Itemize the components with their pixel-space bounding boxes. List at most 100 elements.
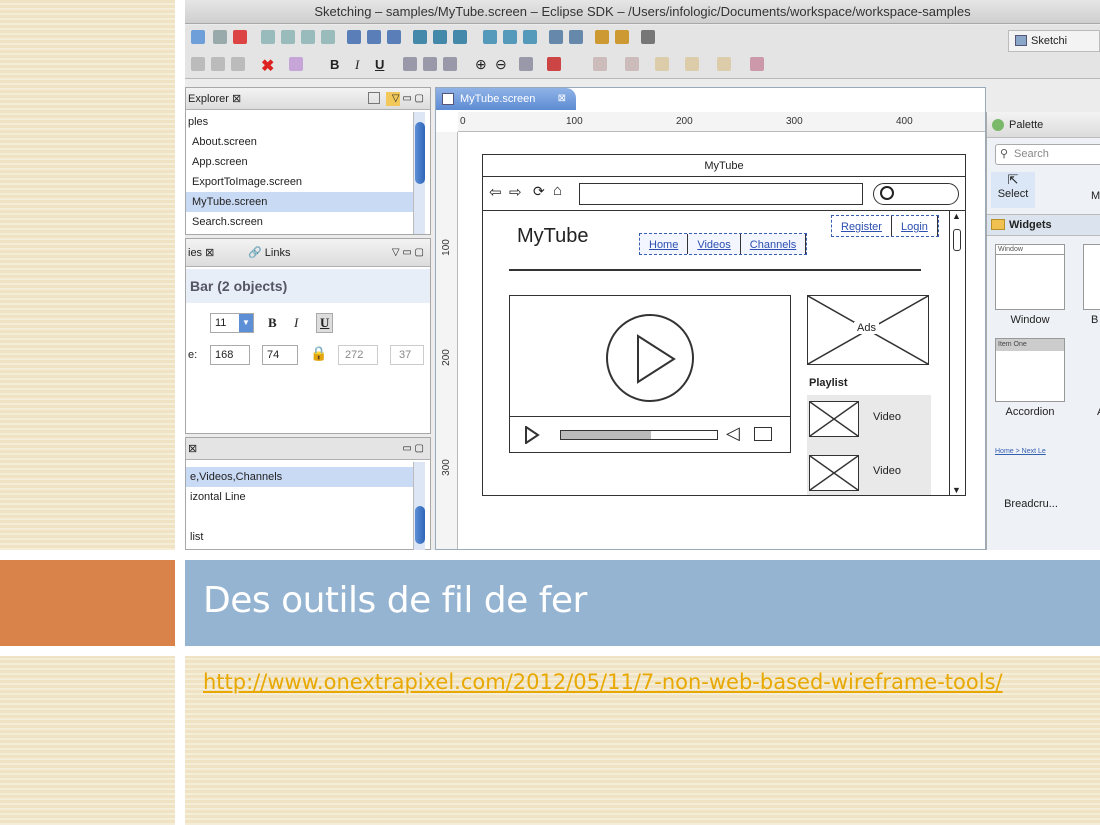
- italic-toggle[interactable]: I: [294, 315, 298, 331]
- x-field[interactable]: 168: [210, 345, 250, 365]
- distribute-icon[interactable]: [433, 30, 447, 44]
- back-icon[interactable]: [655, 57, 669, 71]
- play-icon[interactable]: [524, 426, 540, 444]
- group-icon[interactable]: [453, 30, 467, 44]
- palette-search-input[interactable]: ⚲ Search: [995, 144, 1100, 165]
- table-icon[interactable]: [387, 30, 401, 44]
- container-icon[interactable]: [503, 30, 517, 44]
- align-left-icon[interactable]: [403, 57, 417, 71]
- guides-icon[interactable]: [615, 30, 629, 44]
- forward-arrow-icon[interactable]: ⇨: [509, 183, 522, 201]
- mockup-nav-link[interactable]: Videos: [688, 234, 741, 254]
- undo-icon[interactable]: [211, 57, 225, 71]
- pdf-icon[interactable]: [233, 30, 247, 44]
- lock-icon[interactable]: [641, 30, 655, 44]
- explorer-item[interactable]: About.screen: [186, 132, 416, 152]
- lock-icon[interactable]: 🔒: [310, 345, 327, 362]
- scroll-thumb[interactable]: [415, 122, 425, 184]
- outline-item[interactable]: list: [186, 527, 416, 547]
- video-thumbnail[interactable]: [809, 401, 859, 437]
- explorer-item[interactable]: ExportToImage.screen: [186, 172, 416, 192]
- pin-icon[interactable]: [750, 57, 764, 71]
- mockup-search-field[interactable]: [873, 183, 959, 205]
- new-icon[interactable]: [191, 30, 205, 44]
- align-center-icon[interactable]: [423, 57, 437, 71]
- delete-icon[interactable]: ✖: [261, 56, 274, 76]
- select-tool[interactable]: ⇱ Select: [991, 172, 1035, 208]
- backward-icon[interactable]: [569, 30, 583, 44]
- mockup-video-player[interactable]: ◁: [509, 295, 791, 453]
- grid-icon[interactable]: [367, 30, 381, 44]
- cut-icon[interactable]: [301, 30, 315, 44]
- video-thumbnail[interactable]: [809, 455, 859, 491]
- explorer-item[interactable]: App.screen: [186, 152, 416, 172]
- height-field[interactable]: 37: [390, 345, 424, 365]
- zoom-out-icon[interactable]: ⊖: [495, 56, 507, 73]
- align-icon[interactable]: [413, 30, 427, 44]
- layout-icon[interactable]: [347, 30, 361, 44]
- view-menu-icon[interactable]: ▽ ▭ ▢: [392, 88, 424, 110]
- collapse-icon[interactable]: [368, 92, 380, 104]
- forward-nav-icon[interactable]: [685, 57, 699, 71]
- fullscreen-icon[interactable]: [754, 427, 772, 441]
- bold-toggle[interactable]: B: [268, 315, 277, 331]
- mockup-window[interactable]: MyTube ⇦ ⇨ ⟳ ⌂ MyTube Home Videos Channels…: [482, 154, 966, 496]
- properties-tab[interactable]: ies ⊠ 🔗 Links ▽ ▭ ▢: [186, 239, 430, 267]
- window-widget-preview[interactable]: Window: [995, 244, 1065, 310]
- explorer-tab[interactable]: Explorer ⊠ ▽ ▭ ▢: [186, 88, 430, 110]
- back-arrow-icon[interactable]: ⇦: [489, 183, 502, 201]
- close-icon[interactable]: ⊠: [188, 443, 197, 455]
- zoom-in-icon[interactable]: ⊕: [475, 56, 487, 73]
- progress-bar[interactable]: [560, 430, 718, 440]
- align-right-icon[interactable]: [443, 57, 457, 71]
- mockup-auth-link[interactable]: Register: [832, 216, 892, 236]
- perspective-switcher[interactable]: Sketchi: [1008, 30, 1100, 52]
- italic-icon[interactable]: I: [355, 57, 359, 73]
- history-icon[interactable]: [717, 57, 731, 71]
- paste-icon[interactable]: [281, 30, 295, 44]
- widget-icon[interactable]: [483, 30, 497, 44]
- bold-icon[interactable]: B: [330, 57, 339, 72]
- explorer-scrollbar[interactable]: [413, 112, 425, 234]
- links-tab[interactable]: 🔗 Links: [248, 239, 290, 267]
- marquee-tool[interactable]: M: [1091, 190, 1100, 202]
- reload-icon[interactable]: ⟳: [533, 183, 545, 200]
- preview-icon[interactable]: [519, 57, 533, 71]
- tree-icon[interactable]: [523, 30, 537, 44]
- editor-tab[interactable]: MyTube.screen ⊠: [436, 88, 576, 110]
- mockup-url-field[interactable]: [579, 183, 863, 205]
- navigate-icon[interactable]: [593, 57, 607, 71]
- mockup-nav-link[interactable]: Channels: [741, 234, 807, 254]
- annotate-icon[interactable]: [625, 57, 639, 71]
- redo-icon[interactable]: [231, 57, 245, 71]
- home-icon[interactable]: ⌂: [553, 182, 562, 199]
- scroll-thumb[interactable]: [415, 506, 425, 544]
- save-icon[interactable]: [213, 30, 227, 44]
- width-field[interactable]: 272: [338, 345, 378, 365]
- copy-icon[interactable]: [261, 30, 275, 44]
- y-field[interactable]: 74: [262, 345, 298, 365]
- source-link[interactable]: http://www.onextrapixel.com/2012/05/11/7…: [203, 668, 1063, 697]
- run-icon[interactable]: [547, 57, 561, 71]
- view-menu-icon[interactable]: ▭ ▢: [402, 438, 424, 460]
- outline-item[interactable]: e,Videos,Channels: [186, 467, 416, 487]
- underline-icon[interactable]: U: [375, 57, 384, 72]
- design-canvas[interactable]: MyTube ⇦ ⇨ ⟳ ⌂ MyTube Home Videos Channels…: [458, 132, 985, 549]
- mockup-auth-links[interactable]: Register Login: [831, 215, 939, 237]
- explorer-item[interactable]: MyTube.screen: [186, 192, 416, 212]
- breadcrumb-widget-preview[interactable]: Home > Next Le: [995, 448, 1046, 455]
- outline-scrollbar[interactable]: [413, 462, 425, 550]
- underline-toggle[interactable]: U: [316, 313, 334, 333]
- volume-icon[interactable]: ◁: [726, 423, 740, 444]
- font-size-select[interactable]: 11 ▼: [210, 313, 254, 333]
- snap-icon[interactable]: [595, 30, 609, 44]
- close-icon[interactable]: ⊠: [232, 93, 241, 105]
- mockup-auth-link[interactable]: Login: [892, 216, 938, 236]
- mockup-nav-link[interactable]: Home: [640, 234, 689, 254]
- view-menu-icon[interactable]: ▽ ▭ ▢: [392, 239, 424, 267]
- explorer-item[interactable]: Search.screen: [186, 212, 416, 232]
- close-icon[interactable]: ⊠: [205, 247, 214, 259]
- forward-icon[interactable]: [549, 30, 563, 44]
- outline-item[interactable]: [186, 507, 416, 527]
- browser-widget-preview[interactable]: [1083, 244, 1100, 310]
